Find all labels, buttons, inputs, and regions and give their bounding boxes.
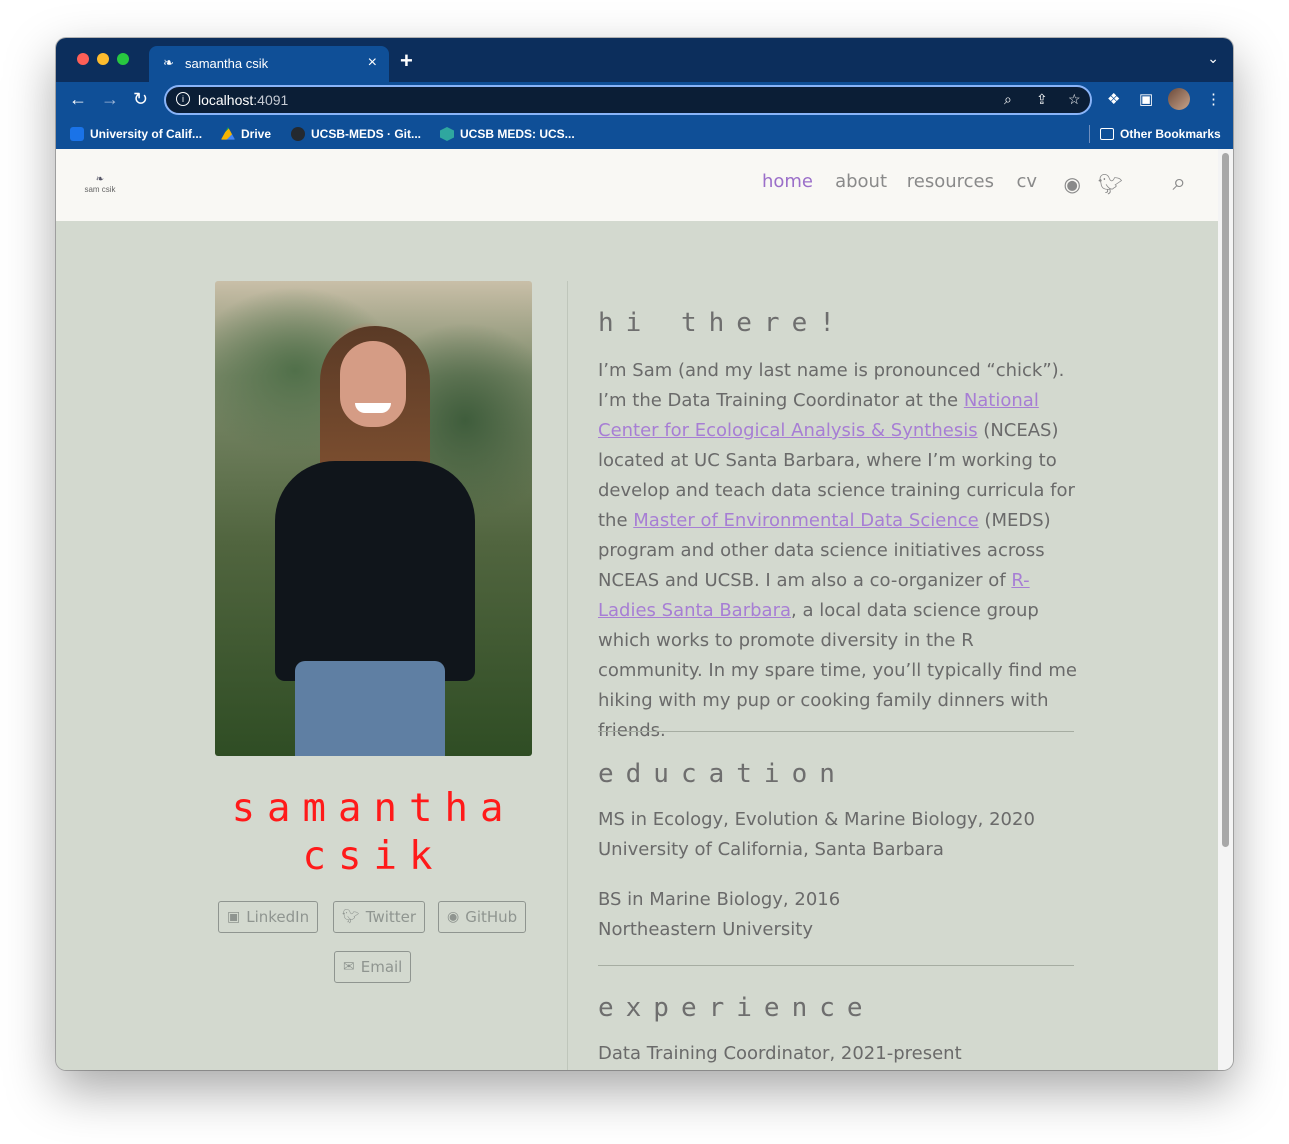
section-divider	[598, 731, 1074, 732]
site-info-icon[interactable]: i	[176, 92, 190, 106]
zoom-icon[interactable]: ⌕	[1004, 91, 1012, 108]
close-tab-icon[interactable]: ×	[368, 54, 377, 72]
bookmarks-bar: University of Calif... Drive UCSB-MEDS ·…	[56, 120, 1233, 149]
github-button[interactable]: ◉ GitHub	[438, 901, 527, 933]
tab-title: samantha csik	[185, 56, 269, 71]
share-icon[interactable]: ⇪	[1036, 91, 1048, 108]
experience-item: Data Training Coordinator, 2021-present	[598, 1043, 962, 1064]
url-text[interactable]: localhost:4091	[198, 92, 288, 108]
folder-icon	[1100, 128, 1114, 140]
bookmark-star-icon[interactable]: ☆	[1068, 91, 1081, 108]
github-icon: ◉	[447, 909, 460, 925]
profile-name: samantha csik	[231, 786, 516, 879]
experience-heading: experience	[598, 993, 875, 1023]
favicon-icon: ❧	[163, 55, 174, 70]
github-icon[interactable]: ◉	[1064, 172, 1081, 196]
sprout-icon: ❧	[95, 174, 105, 185]
github-icon	[291, 127, 305, 141]
close-window-button[interactable]	[77, 53, 89, 65]
address-bar[interactable]: i localhost:4091 ⌕ ⇪ ☆	[164, 85, 1092, 115]
bookmark-ucsb-meds[interactable]: UCSB MEDS: UCS...	[440, 127, 575, 141]
section-divider	[598, 965, 1074, 966]
scrollbar-thumb[interactable]	[1222, 153, 1229, 847]
bookmarks-separator	[1089, 125, 1090, 143]
nav-home[interactable]: home	[762, 171, 813, 192]
browser-tab[interactable]: ❧ samantha csik ×	[149, 46, 389, 82]
intro-bio: I’m Sam (and my last name is pronounced …	[598, 360, 1077, 741]
nav-resources[interactable]: resources	[907, 171, 994, 192]
linkedin-button[interactable]: ▣ LinkedIn	[218, 901, 319, 933]
education-item: BS in Marine Biology, 2016 Northeastern …	[598, 889, 841, 940]
new-tab-button[interactable]: +	[400, 48, 413, 74]
education-item: MS in Ecology, Evolution & Marine Biolog…	[598, 809, 1035, 860]
side-panel-icon[interactable]: ▣	[1139, 90, 1153, 108]
envelope-icon: ✉	[343, 959, 355, 975]
linkedin-icon: ▣	[227, 909, 241, 925]
bookmark-drive[interactable]: Drive	[221, 127, 271, 141]
calendar-icon	[70, 127, 84, 141]
twitter-icon: 🐦︎	[342, 909, 360, 925]
other-bookmarks[interactable]: Other Bookmarks	[1100, 127, 1221, 141]
bookmark-ucsb-calendar[interactable]: University of Calif...	[70, 127, 202, 141]
education-heading: education	[598, 759, 847, 789]
nav-about[interactable]: about	[835, 171, 887, 192]
extensions-puzzle-icon[interactable]: ❖	[1107, 90, 1120, 108]
back-arrow-icon[interactable]: ←	[69, 89, 87, 110]
intro-heading: hi there!	[598, 308, 847, 338]
forward-arrow-icon[interactable]: →	[101, 89, 119, 110]
email-button[interactable]: ✉ Email	[334, 951, 412, 983]
browser-toolbar: ← → ↻ i localhost:4091 ⌕ ⇪ ☆ ❖ ▣ ⋮	[56, 82, 1233, 120]
web-page: ❧ sam csik home about resources cv ◉ 🐦︎ …	[56, 149, 1218, 1070]
nav-cv[interactable]: cv	[1016, 171, 1037, 192]
twitter-icon[interactable]: 🐦︎	[1098, 172, 1123, 196]
twitter-button[interactable]: 🐦︎ Twitter	[333, 901, 426, 933]
more-menu-icon[interactable]: ⋮	[1206, 90, 1221, 108]
site-navbar: ❧ sam csik home about resources cv ◉ 🐦︎ …	[56, 149, 1218, 221]
minimize-window-button[interactable]	[97, 53, 109, 65]
profile-avatar[interactable]	[1168, 88, 1190, 110]
column-divider	[567, 281, 568, 1070]
hexagon-icon	[440, 127, 454, 141]
page-scrollbar[interactable]	[1218, 149, 1233, 1070]
tab-strip: ❧ samantha csik × + ⌄	[56, 38, 1233, 82]
reload-icon[interactable]: ↻	[133, 89, 148, 110]
maximize-window-button[interactable]	[117, 53, 129, 65]
profile-photo	[215, 281, 532, 756]
search-icon[interactable]: ⌕	[1173, 168, 1186, 196]
meds-link[interactable]: Master of Environmental Data Science	[633, 510, 978, 531]
drive-icon	[221, 127, 235, 140]
bookmark-github-meds[interactable]: UCSB-MEDS · Git...	[291, 127, 421, 141]
browser-window: ❧ samantha csik × + ⌄ ← → ↻ i localhost:…	[56, 38, 1233, 1070]
site-logo[interactable]: ❧ sam csik	[80, 175, 120, 197]
tab-search-chevron-icon[interactable]: ⌄	[1207, 50, 1219, 67]
